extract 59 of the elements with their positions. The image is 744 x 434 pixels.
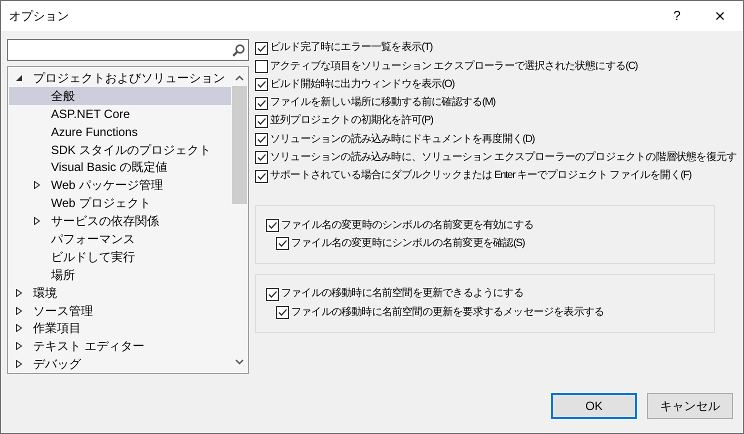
- checkbox-label[interactable]: ビルド完了時にエラー一覧を表示(T): [270, 40, 432, 56]
- tree-item[interactable]: Visual Basic の既定値: [9, 158, 231, 176]
- dialog-button[interactable]: キャンセル: [647, 393, 733, 419]
- tree-item[interactable]: 環境: [9, 284, 231, 302]
- checkbox[interactable]: [255, 114, 268, 128]
- tree-item[interactable]: 全般: [9, 86, 231, 105]
- checkbox-label[interactable]: ファイル名の変更時のシンボルの名前変更を有効にする: [281, 218, 534, 234]
- checkbox-label[interactable]: 並列プロジェクトの初期化を許可(P): [270, 113, 433, 130]
- checkbox-label[interactable]: ソリューションの読み込み時にドキュメントを再度開く(D): [270, 132, 534, 148]
- help-button[interactable]: ?: [657, 1, 697, 31]
- checkbox[interactable]: [266, 288, 279, 301]
- checkbox[interactable]: [266, 219, 279, 232]
- expand-arrow-icon[interactable]: [15, 342, 23, 350]
- tree-item[interactable]: ソース管理: [9, 302, 231, 320]
- scroll-up-icon[interactable]: [235, 75, 244, 81]
- checkbox-label[interactable]: ファイルの移動時に名前空間の更新を要求するメッセージを表示する: [291, 304, 604, 320]
- tree-item[interactable]: 場所: [9, 266, 231, 284]
- search-field[interactable]: [7, 39, 249, 61]
- expand-arrow-icon[interactable]: [33, 217, 41, 226]
- tree-item[interactable]: パフォーマンス: [9, 230, 231, 248]
- checkbox[interactable]: [255, 78, 268, 92]
- expand-arrow-icon[interactable]: [15, 360, 23, 368]
- collapse-arrow-icon[interactable]: [15, 74, 23, 82]
- tree-item[interactable]: Azure Functions: [9, 122, 231, 141]
- search-icon: [232, 44, 245, 56]
- tree-item[interactable]: ASP.NET Core: [9, 104, 231, 123]
- checkbox-label[interactable]: ビルド開始時に出力ウィンドウを表示(O): [270, 76, 454, 93]
- checkbox[interactable]: [276, 237, 289, 250]
- checkbox[interactable]: [255, 42, 268, 55]
- expand-arrow-icon[interactable]: [15, 288, 23, 297]
- checkbox-label[interactable]: アクティブな項目をソリューション エクスプローラーで選択された状態にする(C): [270, 58, 638, 74]
- tree-item[interactable]: プロジェクトおよびソリューション: [9, 69, 231, 87]
- checkbox[interactable]: [255, 96, 268, 110]
- tree-item[interactable]: Web パッケージ管理: [9, 176, 231, 194]
- tree-item[interactable]: サービスの依存関係: [9, 212, 231, 230]
- tree-item[interactable]: ビルドして実行: [9, 248, 231, 266]
- checkbox[interactable]: [276, 306, 289, 319]
- checkbox-label[interactable]: サポートされている場合にダブルクリックまたは Enter キーでプロジェクト ファイルを開く(F): [270, 168, 692, 184]
- expand-arrow-icon[interactable]: [15, 324, 23, 332]
- close-button[interactable]: ×: [697, 1, 743, 31]
- tree-item[interactable]: 作業項目: [9, 319, 231, 338]
- tree-item[interactable]: テキスト エディター: [9, 337, 231, 356]
- expand-arrow-icon[interactable]: [15, 306, 23, 315]
- tree-item[interactable]: Web プロジェクト: [9, 194, 231, 212]
- window-title: オプション: [9, 8, 69, 25]
- checkbox-label[interactable]: ファイルを新しい場所に移動する前に確認する(M): [270, 95, 496, 111]
- checkbox[interactable]: [255, 60, 268, 73]
- expand-arrow-icon[interactable]: [33, 181, 41, 190]
- checkbox[interactable]: [255, 151, 268, 164]
- dialog-button[interactable]: OK: [551, 393, 637, 419]
- tree-item[interactable]: デバッグ: [9, 355, 231, 374]
- scroll-down-icon[interactable]: [235, 359, 244, 365]
- scrollbar-thumb[interactable]: [232, 86, 247, 204]
- checkbox-label[interactable]: ファイル名の変更時にシンボルの名前変更を確認(S): [291, 236, 524, 252]
- tree-item[interactable]: SDK スタイルのプロジェクト: [9, 140, 231, 158]
- checkbox-label[interactable]: ファイルの移動時に名前空間を更新できるようにする: [281, 286, 524, 302]
- checkbox[interactable]: [255, 133, 268, 146]
- checkbox-label[interactable]: ソリューションの読み込み時に、ソリューション エクスプローラーのプロジェクトの階層状態を復元す: [270, 150, 737, 166]
- checkbox[interactable]: [255, 170, 268, 183]
